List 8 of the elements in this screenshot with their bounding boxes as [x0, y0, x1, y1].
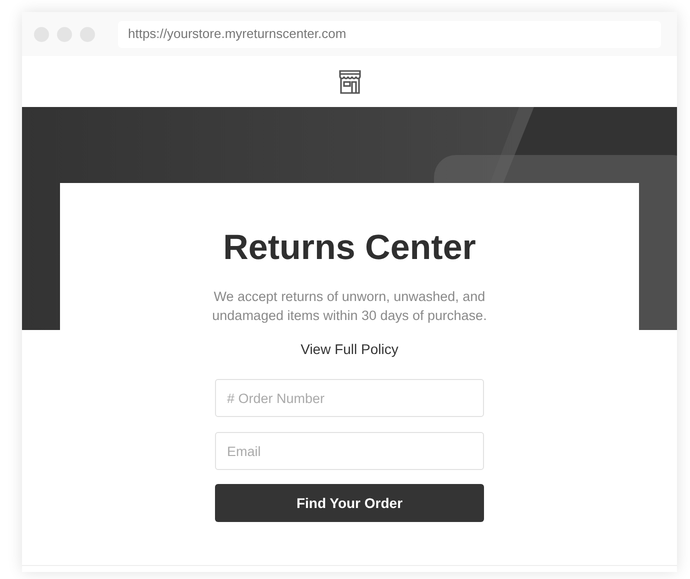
page-title: Returns Center: [223, 227, 476, 269]
find-order-button[interactable]: Find Your Order: [215, 484, 484, 522]
input-field[interactable]: Email: [215, 432, 484, 470]
policy-link[interactable]: View Full Policy: [300, 339, 398, 360]
storefront-icon: [336, 68, 362, 94]
policy-description: We accept returns of unworn, unwashed, and undamaged items within 30 days of purchase.: [211, 288, 488, 325]
address-bar[interactable]: https://yourstore.myreturnscenter.com: [118, 20, 661, 48]
input-field[interactable]: # Order Number: [215, 379, 484, 417]
